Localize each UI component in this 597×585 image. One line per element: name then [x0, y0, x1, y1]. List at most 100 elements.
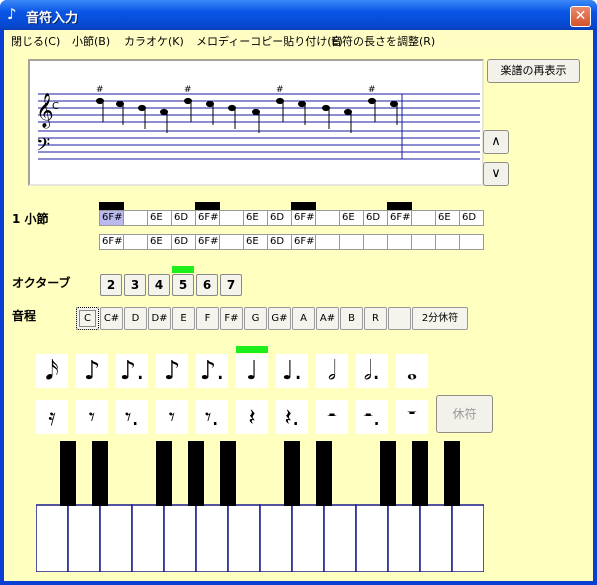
measure-cell[interactable]	[219, 234, 244, 250]
whole-rest-icon[interactable]: 𝄻	[396, 400, 428, 434]
measure-cell[interactable]: 6E	[339, 210, 364, 226]
measure-cell[interactable]: 6D	[459, 210, 484, 226]
staff-note	[368, 97, 376, 105]
pitch-button[interactable]: 2分休符	[412, 307, 468, 330]
white-key	[291, 504, 325, 572]
measure-cell[interactable]: 6E	[243, 210, 268, 226]
pitch-button[interactable]: D#	[148, 307, 171, 330]
measure-cell[interactable]: 6D	[171, 210, 196, 226]
measure-cell[interactable]: 6E	[243, 234, 268, 250]
measure-cell[interactable]: 6F#	[195, 210, 220, 226]
pitch-button[interactable]: R	[364, 307, 387, 330]
measure-cell[interactable]	[459, 234, 484, 250]
menu-melody-copy-paste[interactable]: メロディーコピー貼り付け(E)	[196, 33, 343, 49]
close-button[interactable]: ✕	[570, 6, 591, 27]
dotted-eighth-note-icon[interactable]: ♪.	[116, 354, 148, 388]
dotted-half-note-icon[interactable]: 𝅗𝅥.	[356, 354, 388, 388]
half-rest-icon[interactable]: 𝄼	[316, 400, 348, 434]
octave-button[interactable]: 6	[196, 274, 218, 296]
quarter-note-icon[interactable]: ♩	[236, 354, 268, 388]
piano-keyboard[interactable]	[36, 441, 484, 572]
black-key	[156, 441, 172, 506]
pitch-button[interactable]: F#	[220, 307, 243, 330]
pitch-button[interactable]: B	[340, 307, 363, 330]
scroll-down-button[interactable]: ∨	[483, 162, 509, 186]
dotted-quarter-rest-icon[interactable]: 𝄽.	[276, 400, 308, 434]
rest-button[interactable]: 休符	[436, 395, 493, 433]
black-key	[380, 441, 396, 506]
pitch-button[interactable]: E	[172, 307, 195, 330]
measure-cell[interactable]	[387, 234, 412, 250]
measure-cell[interactable]: 6F#	[99, 234, 124, 250]
white-key	[36, 504, 69, 572]
measure-cell[interactable]	[315, 210, 340, 226]
dotted-eighth-rest-single-icon[interactable]: 𝄾.	[196, 400, 228, 434]
eighth-flag-note-icon[interactable]: ♪	[156, 354, 188, 388]
octave-button[interactable]: 4	[148, 274, 170, 296]
sixteenth-rest-icon[interactable]: 𝄿	[36, 400, 68, 434]
black-key	[92, 441, 108, 506]
title-bar[interactable]: ♪ 音符入力 ✕	[0, 0, 597, 30]
pitch-label: 音程	[12, 309, 37, 323]
pitch-button[interactable]: F	[196, 307, 219, 330]
staff-note	[206, 100, 214, 108]
measure-cell[interactable]	[411, 234, 436, 250]
measure-cell[interactable]: 6D	[171, 234, 196, 250]
redisplay-score-button[interactable]: 楽譜の再表示	[487, 59, 580, 83]
measure-cell[interactable]: 6D	[363, 210, 388, 226]
white-key	[99, 504, 133, 572]
pitch-button[interactable]: A#	[316, 307, 339, 330]
measure-cell[interactable]: 6E	[147, 234, 172, 250]
eighth-note-icon[interactable]: ♪	[76, 354, 108, 388]
measure-cell[interactable]: 6D	[267, 234, 292, 250]
measure-cell[interactable]	[123, 234, 148, 250]
measure-cell[interactable]	[363, 234, 388, 250]
measure-cell[interactable]: 6E	[435, 210, 460, 226]
dotted-eighth-rest-icon[interactable]: 𝄾.	[116, 400, 148, 434]
staff-note	[390, 100, 398, 108]
menu-adjust-length[interactable]: 音符の長さを調整(R)	[331, 33, 435, 49]
white-key	[131, 504, 165, 572]
dotted-quarter-note-icon[interactable]: ♩.	[276, 354, 308, 388]
scroll-up-button[interactable]: ∧	[483, 130, 509, 154]
pitch-button[interactable]: C	[76, 307, 99, 330]
menu-measure[interactable]: 小節(B)	[72, 33, 110, 49]
measure-cell[interactable]: 6F#	[195, 234, 220, 250]
svg-text:C: C	[52, 101, 59, 112]
octave-button[interactable]: 5	[172, 274, 194, 296]
measure-cell[interactable]: 6E	[147, 210, 172, 226]
octave-button[interactable]: 7	[220, 274, 242, 296]
eighth-rest-single-icon[interactable]: 𝄾	[156, 400, 188, 434]
measure-cell[interactable]	[339, 234, 364, 250]
dotted-eighth-flag-note-icon[interactable]: ♪.	[196, 354, 228, 388]
pitch-button[interactable]: D	[124, 307, 147, 330]
beat-marker	[195, 202, 220, 210]
pitch-button[interactable]: G#	[268, 307, 291, 330]
pitch-button[interactable]: A	[292, 307, 315, 330]
half-note-icon[interactable]: 𝅗𝅥	[316, 354, 348, 388]
white-key	[227, 504, 261, 572]
measure-cell[interactable]	[411, 210, 436, 226]
measure-cell[interactable]: 6F#	[99, 210, 124, 226]
window-title: 音符入力	[26, 11, 79, 26]
measure-cell[interactable]	[435, 234, 460, 250]
measure-cell[interactable]: 6D	[267, 210, 292, 226]
menu-close[interactable]: 閉じる(C)	[11, 33, 60, 49]
measure-cell[interactable]: 6F#	[291, 234, 316, 250]
sixteenth-note-icon[interactable]: 𝅘𝅥𝅯	[36, 354, 68, 388]
measure-cell[interactable]: 6F#	[387, 210, 412, 226]
quarter-rest-icon[interactable]: 𝄽	[236, 400, 268, 434]
octave-button[interactable]: 2	[100, 274, 122, 296]
pitch-button[interactable]	[388, 307, 411, 330]
pitch-button[interactable]: C#	[100, 307, 123, 330]
measure-cell[interactable]	[315, 234, 340, 250]
measure-cell[interactable]	[219, 210, 244, 226]
pitch-button[interactable]: G	[244, 307, 267, 330]
whole-note-icon[interactable]: 𝅝	[396, 354, 428, 388]
measure-cell[interactable]	[123, 210, 148, 226]
menu-karaoke[interactable]: カラオケ(K)	[124, 33, 184, 49]
measure-cell[interactable]: 6F#	[291, 210, 316, 226]
eighth-rest-icon[interactable]: 𝄾	[76, 400, 108, 434]
octave-button[interactable]: 3	[124, 274, 146, 296]
dotted-half-rest-icon[interactable]: 𝄼.	[356, 400, 388, 434]
